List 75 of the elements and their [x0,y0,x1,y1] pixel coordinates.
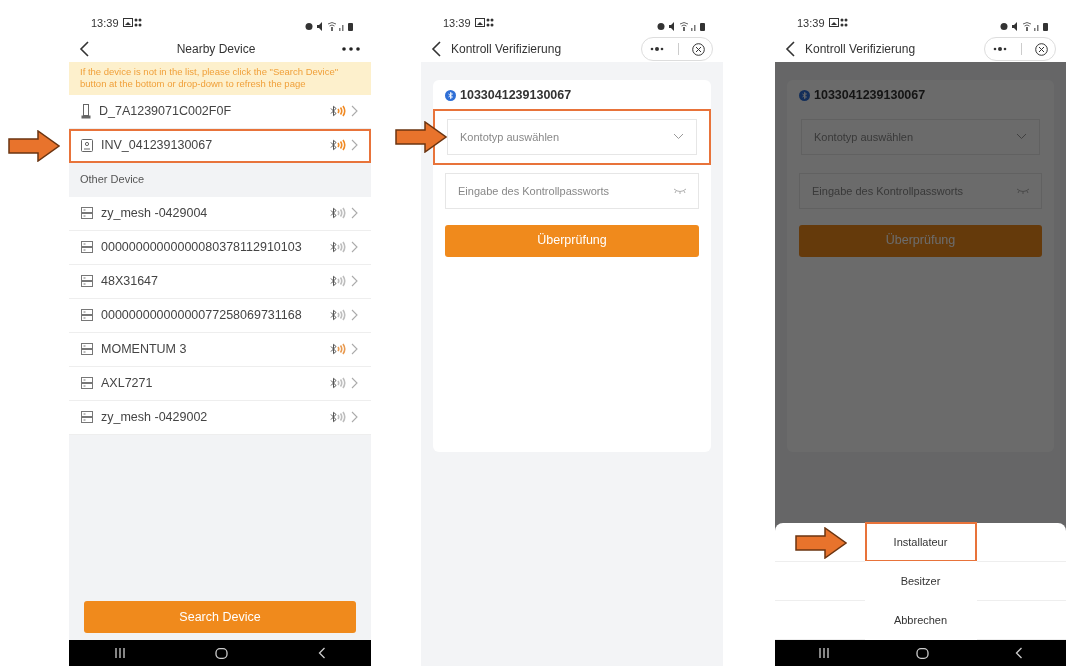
back-icon[interactable] [318,647,327,659]
device-id: 1033041239130067 [814,87,926,104]
status-icons-drawing [1000,22,1050,31]
device-name: zy_mesh -0429004 [101,204,209,222]
chevron-right-icon [349,275,359,288]
section-heading: Other Device [69,162,371,197]
chevron-right-icon [349,377,359,390]
home-icon[interactable] [916,647,929,659]
back-icon[interactable] [79,41,91,57]
status-time: 13:39 [797,15,825,31]
bluetooth-icon [445,89,456,101]
annotation-arrow [395,120,447,153]
more-icon[interactable] [648,46,665,52]
more-icon[interactable] [991,46,1008,52]
inverter-icon [81,138,93,152]
chevron-right-icon [349,139,359,152]
close-icon[interactable] [692,42,706,56]
status-icons-drawing [305,22,355,31]
server-icon [81,207,93,220]
chevron-right-icon [349,207,359,220]
recent-apps-icon[interactable] [818,648,830,658]
bluetooth-icon [330,105,337,118]
server-icon [81,241,93,254]
notification-icons-drawing [828,18,849,28]
status-time: 13:39 [443,15,471,31]
device-name: INV_041239130067 [101,136,214,154]
device-name: 48X31647 [101,272,159,290]
bluetooth-icon [330,411,337,424]
bluetooth-icon [330,377,337,390]
chevron-down-icon [673,133,684,141]
device-name: AXL7271 [101,374,154,392]
bluetooth-icon [330,207,337,220]
chevron-right-icon [349,105,359,118]
recent-apps-icon[interactable] [113,648,126,658]
bluetooth-icon [330,139,337,152]
notification-icons-drawing [122,18,143,28]
device-name: D_7A1239071C002F0F [99,102,233,120]
bluetooth-icon [799,89,810,101]
screen-title: Kontroll Verifizierung [805,41,917,58]
device-name: MOMENTUM 3 [101,340,188,358]
annotation-arrow [8,129,60,162]
server-icon [81,411,93,424]
device-name: 00000000000000080378112910103 [101,238,303,256]
server-icon [81,275,93,288]
status-time: 13:39 [91,15,119,31]
password-field[interactable]: Eingabe des Kontrollpassworts [445,172,699,209]
chevron-right-icon [349,411,359,424]
annotation-arrow [794,526,847,559]
device-id: 1033041239130067 [460,87,572,104]
bluetooth-icon [330,343,337,356]
bluetooth-icon [330,275,337,288]
chevron-right-icon [349,343,359,356]
chevron-right-icon [349,309,359,322]
chevron-right-icon [349,241,359,254]
screen-title: Nearby Device [175,41,257,58]
notification-icons-drawing [474,18,495,28]
more-icon[interactable] [341,46,361,52]
device-name: 00000000000000077258069731168 [101,306,303,324]
back-icon[interactable] [431,41,443,57]
server-icon [81,309,93,322]
screen-title: Kontroll Verifizierung [451,41,563,58]
home-icon[interactable] [215,647,229,659]
device-name: zy_mesh -0429002 [101,408,209,426]
bluetooth-icon [330,309,337,322]
server-icon [81,343,93,356]
chevron-down-icon [1016,133,1027,141]
account-type-select[interactable]: Kontotyp auswählen [447,118,697,155]
close-icon[interactable] [1035,42,1049,56]
server-icon [81,377,93,390]
status-icons-drawing [657,22,707,31]
bluetooth-icon [330,241,337,254]
back-icon[interactable] [785,41,797,57]
battery-icon [81,103,91,119]
back-icon[interactable] [1015,647,1023,659]
notice-text: If the device is not in the list, please click the "Search Device" button at the bottom or drop-down to refresh the page [69,62,371,95]
